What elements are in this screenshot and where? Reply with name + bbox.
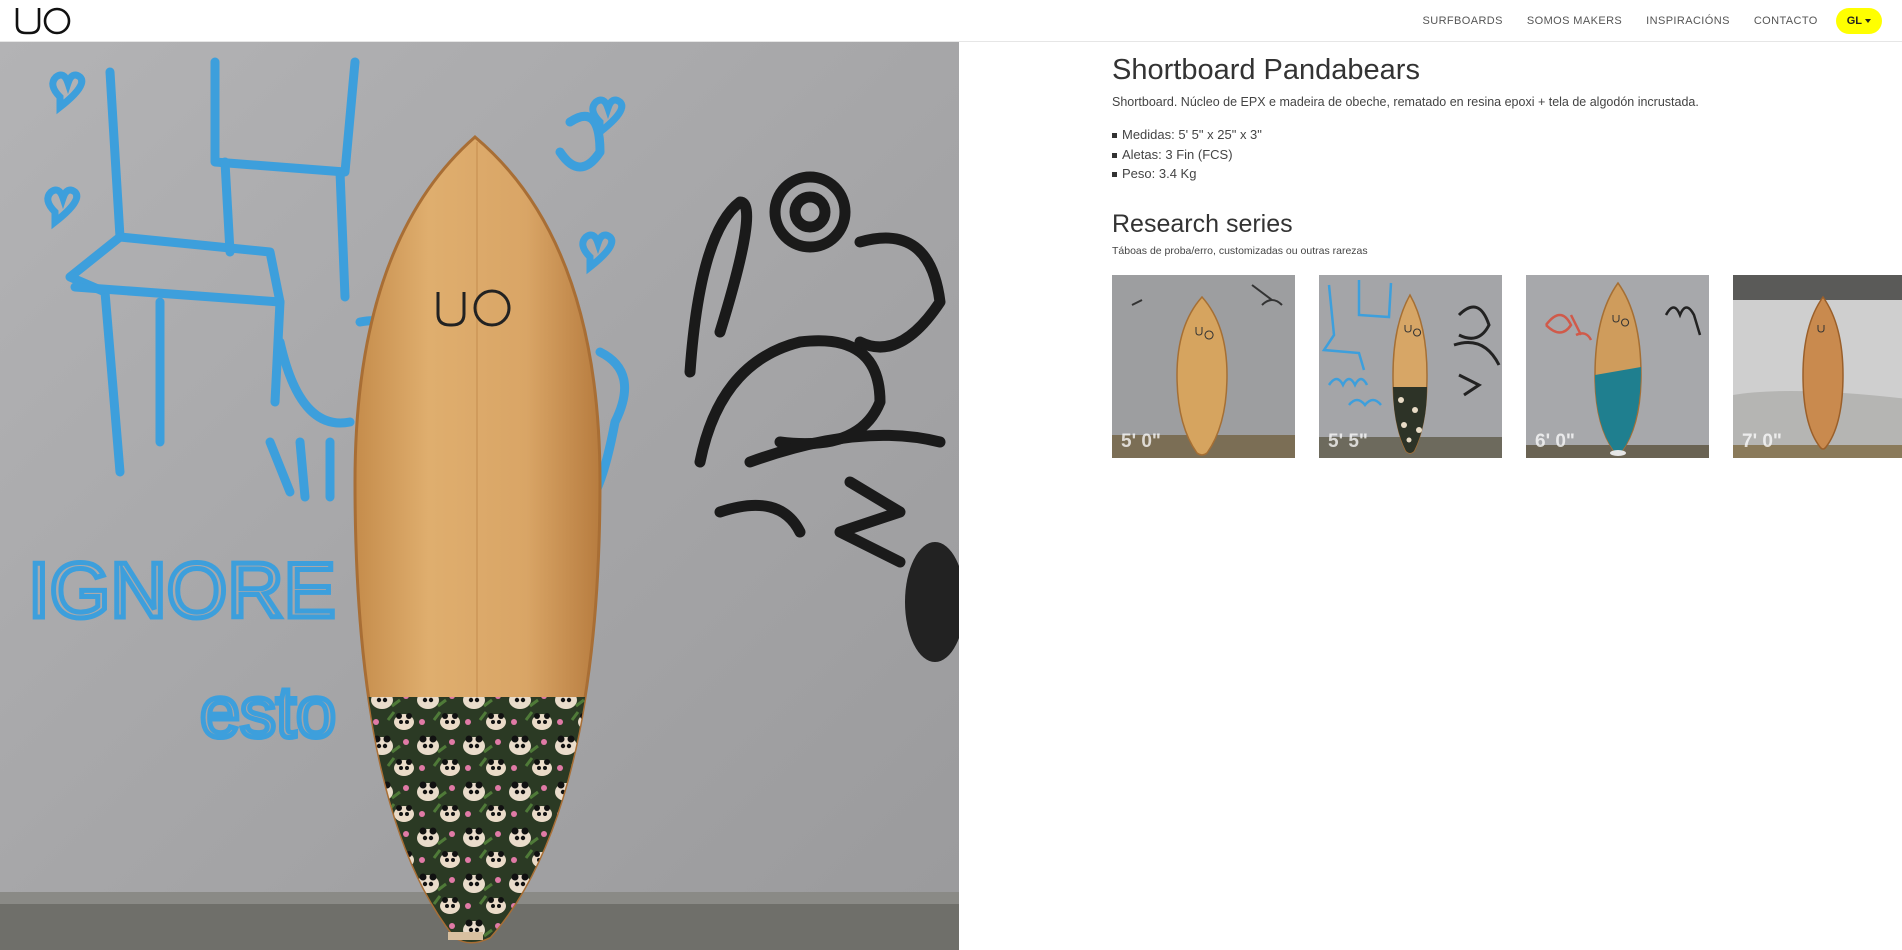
graffiti-esto: esto — [200, 673, 336, 753]
series-title: Research series — [1112, 209, 1293, 238]
hero-image: IGNORE esto — [0, 42, 959, 950]
series-subtitle: Táboas de proba/erro, customizadas ou ou… — [1112, 244, 1368, 257]
product-title: Shortboard Pandabears — [1112, 54, 1420, 86]
chevron-down-icon — [1865, 18, 1871, 23]
spec-medidas: Medidas: 5' 5" x 25" x 3" — [1112, 125, 1902, 145]
series-item-5-5[interactable]: 5' 5" — [1319, 275, 1502, 458]
product-specs: Medidas: 5' 5" x 25" x 3" Aletas: 3 Fin … — [1112, 125, 1902, 184]
spec-aletas: Aletas: 3 Fin (FCS) — [1112, 145, 1902, 165]
spec-peso: Peso: 3.4 Kg — [1112, 164, 1902, 184]
thumb-label: 6' 0" — [1535, 431, 1575, 452]
thumb-label: 5' 5" — [1328, 431, 1368, 452]
series-item-6-0[interactable]: 6' 0" — [1526, 275, 1709, 458]
language-label: GL — [1846, 14, 1862, 27]
series-gallery: 5' 0" 5' 5" 6' 0" 7' 0" — [1112, 275, 1902, 460]
graffiti-ignore: IGNORE — [28, 546, 336, 634]
nav-inspiracions[interactable]: INSPIRACIÓNS — [1646, 15, 1730, 27]
series-item-7-0[interactable]: 7' 0" — [1733, 275, 1902, 458]
language-selector[interactable]: GL — [1835, 7, 1882, 34]
surfboard-photo: IGNORE esto — [0, 42, 959, 950]
product-details: Shortboard Pandabears Shortboard. Núcleo… — [1112, 50, 1902, 458]
thumb-label: 5' 0" — [1121, 431, 1161, 452]
nav-somos-makers[interactable]: SOMOS MAKERS — [1527, 15, 1622, 27]
main-nav: SURFBOARDS SOMOS MAKERS INSPIRACIÓNS CON… — [1398, 0, 1882, 41]
site-header: SURFBOARDS SOMOS MAKERS INSPIRACIÓNS CON… — [0, 0, 1902, 42]
product-description: Shortboard. Núcleo de EPX e madeira de o… — [1112, 95, 1699, 109]
thumb-label: 7' 0" — [1742, 431, 1782, 452]
brand-logo[interactable] — [14, 5, 72, 36]
nav-contacto[interactable]: CONTACTO — [1754, 15, 1818, 27]
series-item-5-0[interactable]: 5' 0" — [1112, 275, 1295, 458]
nav-surfboards[interactable]: SURFBOARDS — [1422, 15, 1502, 27]
